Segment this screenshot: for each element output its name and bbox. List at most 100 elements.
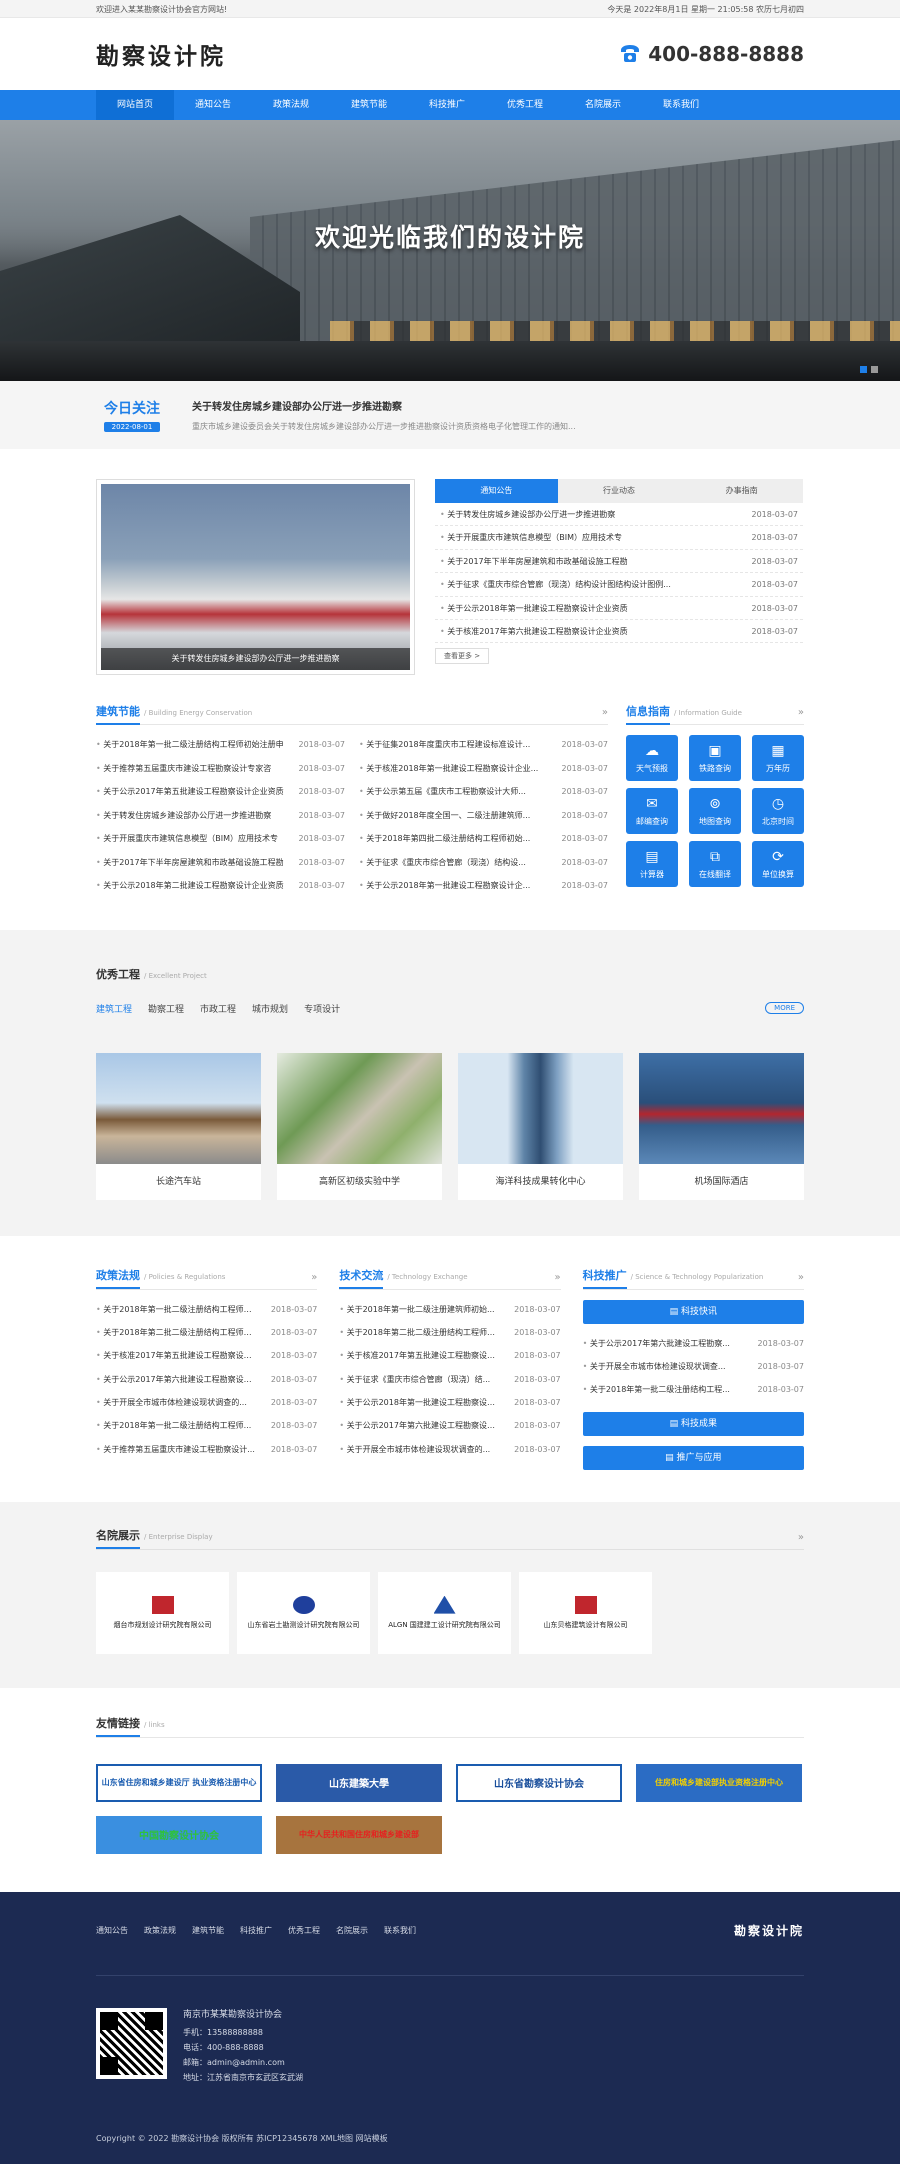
footer-link[interactable]: 科技推广 [240,1925,272,1936]
hero-banner[interactable]: 欢迎光临我们的设计院 [0,120,900,381]
list-item[interactable]: 关于转发住房城乡建设部办公厅进一步推进勘察2018-03-07 [96,804,345,828]
list-item[interactable]: 关于核准2018年第一批建设工程勘察设计企业...2018-03-07 [359,757,608,781]
list-item[interactable]: 关于开展全市城市体检建设现状调查...2018-03-07 [583,1355,804,1378]
list-item[interactable]: 关于公示2018年第一批建设工程勘察设计企...2018-03-07 [359,874,608,898]
enterprise-logo[interactable]: 烟台市规划设计研究院有限公司 [96,1571,229,1654]
tech-results-button[interactable]: 科技成果 [582,1411,804,1436]
list-item[interactable]: 关于开展重庆市建筑信息模型（BIM）应用技术专2018-03-07 [435,526,803,550]
list-item[interactable]: 关于2018年第二批二级注册结构工程师初始...2018-03-07 [96,1321,317,1344]
site-logo[interactable]: 勘察设计院 [96,37,226,71]
list-item[interactable]: 关于2017年下半年房屋建筑和市政基础设施工程勘2018-03-07 [96,851,345,875]
list-item[interactable]: 关于征求《重庆市综合管廊（现浇）结...2018-03-07 [339,1368,561,1391]
project-card[interactable]: 高新区初级实验中学 [277,1052,442,1200]
nav-home[interactable]: 网站首页 [96,90,174,120]
calculator-button[interactable]: ▤ 计算器 [626,841,678,887]
friend-link[interactable]: 中国勘察设计协会 [96,1815,262,1854]
footer-link[interactable]: 建筑节能 [192,1925,224,1936]
section-title[interactable]: 名院展示 [96,1525,140,1550]
tab-municipal[interactable]: 市政工程 [200,1002,236,1015]
list-item[interactable]: 关于公示2017年第六批建设工程勘察...2018-03-07 [583,1332,804,1355]
nav-projects[interactable]: 优秀工程 [486,90,564,120]
more-arrow-icon[interactable]: » [555,1272,561,1283]
list-item[interactable]: 关于2018年第一批二级注册结构工程师初始注册申2018-03-07 [96,733,345,757]
more-arrow-icon[interactable]: » [602,707,608,718]
promotion-button[interactable]: 推广与应用 [582,1445,804,1470]
more-arrow-icon[interactable]: » [798,707,804,718]
list-item[interactable]: 关于推荐第五届重庆市建设工程勘察设计专家咨2018-03-07 [96,757,345,781]
nav-enterprise[interactable]: 名院展示 [564,90,642,120]
list-item[interactable]: 关于公示2018年第一批建设工程勘察设计...2018-03-07 [339,1391,561,1414]
postcode-button[interactable]: ✉ 邮编查询 [626,788,678,834]
friend-link[interactable]: 山东建築大學 [276,1763,442,1802]
nav-notice[interactable]: 通知公告 [174,90,252,120]
friend-link[interactable]: 中华人民共和国住房和城乡建设部 [276,1815,442,1854]
list-item[interactable]: 关于推荐第五届重庆市建设工程勘察设计...2018-03-07 [96,1438,317,1461]
list-item[interactable]: 关于公示2017年第五批建设工程勘察设计企业资质2018-03-07 [96,780,345,804]
list-item[interactable]: 关于2017年下半年房屋建筑和市政基础设施工程勘2018-03-07 [435,550,803,574]
more-arrow-icon[interactable]: » [311,1272,317,1283]
list-item[interactable]: 关于征集2018年度重庆市工程建设标准设计...2018-03-07 [359,733,608,757]
list-item[interactable]: 关于公示第五届《重庆市工程勘察设计大师...2018-03-07 [359,780,608,804]
section-title[interactable]: 友情链接 [96,1713,140,1738]
list-item[interactable]: 关于公示2017年第六批建设工程勘察设计...2018-03-07 [96,1368,317,1391]
nav-energy[interactable]: 建筑节能 [330,90,408,120]
enterprise-logo[interactable]: 山东省岩土勘测设计研究院有限公司 [237,1571,370,1654]
tab-building[interactable]: 建筑工程 [96,1002,132,1015]
list-item[interactable]: 关于2018年第一批二级注册建筑师初始...2018-03-07 [339,1298,561,1321]
section-title[interactable]: 科技推广 [582,1265,627,1289]
news-photo[interactable]: 关于转发住房城乡建设部办公厅进一步推进勘察 [96,479,415,675]
tab-guide[interactable]: 办事指南 [680,479,803,503]
more-button[interactable]: 查看更多 > [435,648,490,665]
tab-survey[interactable]: 勘察工程 [148,1002,184,1015]
tab-planning[interactable]: 城市规划 [252,1002,288,1015]
section-title[interactable]: 政策法规 [96,1265,140,1289]
banner-dot[interactable] [860,366,867,373]
friend-link[interactable]: 山东省住房和城乡建设厅 执业资格注册中心 [96,1763,262,1802]
project-card[interactable]: 机场国际酒店 [639,1052,804,1200]
time-button[interactable]: ◷ 北京时间 [752,788,804,834]
list-item[interactable]: 关于征求《重庆市综合管廊（现浇）结构设计图结构设计图例...2018-03-07 [435,573,803,597]
nav-policy[interactable]: 政策法规 [252,90,330,120]
list-item[interactable]: 关于开展全市城市体检建设现状调查的...2018-03-07 [339,1438,561,1461]
enterprise-logo[interactable]: 山东贝格建筑设计有限公司 [519,1571,652,1654]
list-item[interactable]: 关于核准2017年第六批建设工程勘察设计企业资质2018-03-07 [435,620,803,644]
more-arrow-icon[interactable]: » [798,1272,804,1283]
list-item[interactable]: 关于2018年第一批二级注册结构工程...2018-03-07 [583,1378,804,1401]
translate-button[interactable]: ⧉ 在线翻译 [689,841,741,887]
footer-link[interactable]: 优秀工程 [288,1925,320,1936]
more-button[interactable]: MORE [765,1002,804,1014]
section-title[interactable]: 建筑节能 [96,701,140,725]
unit-convert-button[interactable]: ⟳ 单位换算 [752,841,804,887]
list-item[interactable]: 关于开展重庆市建筑信息模型（BIM）应用技术专2018-03-07 [96,827,345,851]
section-title[interactable]: 信息指南 [626,701,670,725]
list-item[interactable]: 关于2018年第一批二级注册结构工程师初始...2018-03-07 [96,1298,317,1321]
project-card[interactable]: 海洋科技成果转化中心 [458,1052,623,1200]
banner-dot[interactable] [871,366,878,373]
footer-link[interactable]: 通知公告 [96,1925,128,1936]
list-item[interactable]: 关于征求《重庆市综合管廊（现浇）结构设...2018-03-07 [359,851,608,875]
list-item[interactable]: 关于做好2018年度全国一、二级注册建筑师...2018-03-07 [359,804,608,828]
footer-link[interactable]: 联系我们 [384,1925,416,1936]
footer-logo[interactable]: 勘察设计院 [734,1922,804,1939]
footer-link[interactable]: 名院展示 [336,1925,368,1936]
tab-industry[interactable]: 行业动态 [558,479,681,503]
tab-notice[interactable]: 通知公告 [435,479,558,503]
enterprise-logo[interactable]: ALGN 国建建工设计研究院有限公司 [378,1571,511,1654]
list-item[interactable]: 关于核准2017年第五批建设工程勘察设计...2018-03-07 [339,1344,561,1367]
list-item[interactable]: 关于2018年第一批二级注册结构工程师...2018-03-07 [96,1414,317,1437]
nav-tech[interactable]: 科技推广 [408,90,486,120]
friend-link[interactable]: 山东省勘察设计协会 [456,1763,622,1802]
map-button[interactable]: ⊚ 地图查询 [689,788,741,834]
list-item[interactable]: 关于公示2017年第六批建设工程勘察设计...2018-03-07 [339,1414,561,1437]
more-arrow-icon[interactable]: » [798,1532,804,1543]
calendar-button[interactable]: ▦ 万年历 [752,735,804,781]
today-headline[interactable]: 关于转发住房城乡建设部办公厅进一步推进勘察 [192,398,576,413]
friend-link[interactable]: 住房和城乡建设部执业资格注册中心 [636,1763,802,1802]
tab-special[interactable]: 专项设计 [304,1002,340,1015]
weather-button[interactable]: ☁ 天气预报 [626,735,678,781]
list-item[interactable]: 关于公示2018年第二批建设工程勘察设计企业资质2018-03-07 [96,874,345,898]
nav-contact[interactable]: 联系我们 [642,90,720,120]
list-item[interactable]: 关于2018年第二批二级注册结构工程师初始...2018-03-07 [339,1321,561,1344]
list-item[interactable]: 关于转发住房城乡建设部办公厅进一步推进勘察2018-03-07 [435,503,803,527]
project-card[interactable]: 长途汽车站 [96,1052,261,1200]
